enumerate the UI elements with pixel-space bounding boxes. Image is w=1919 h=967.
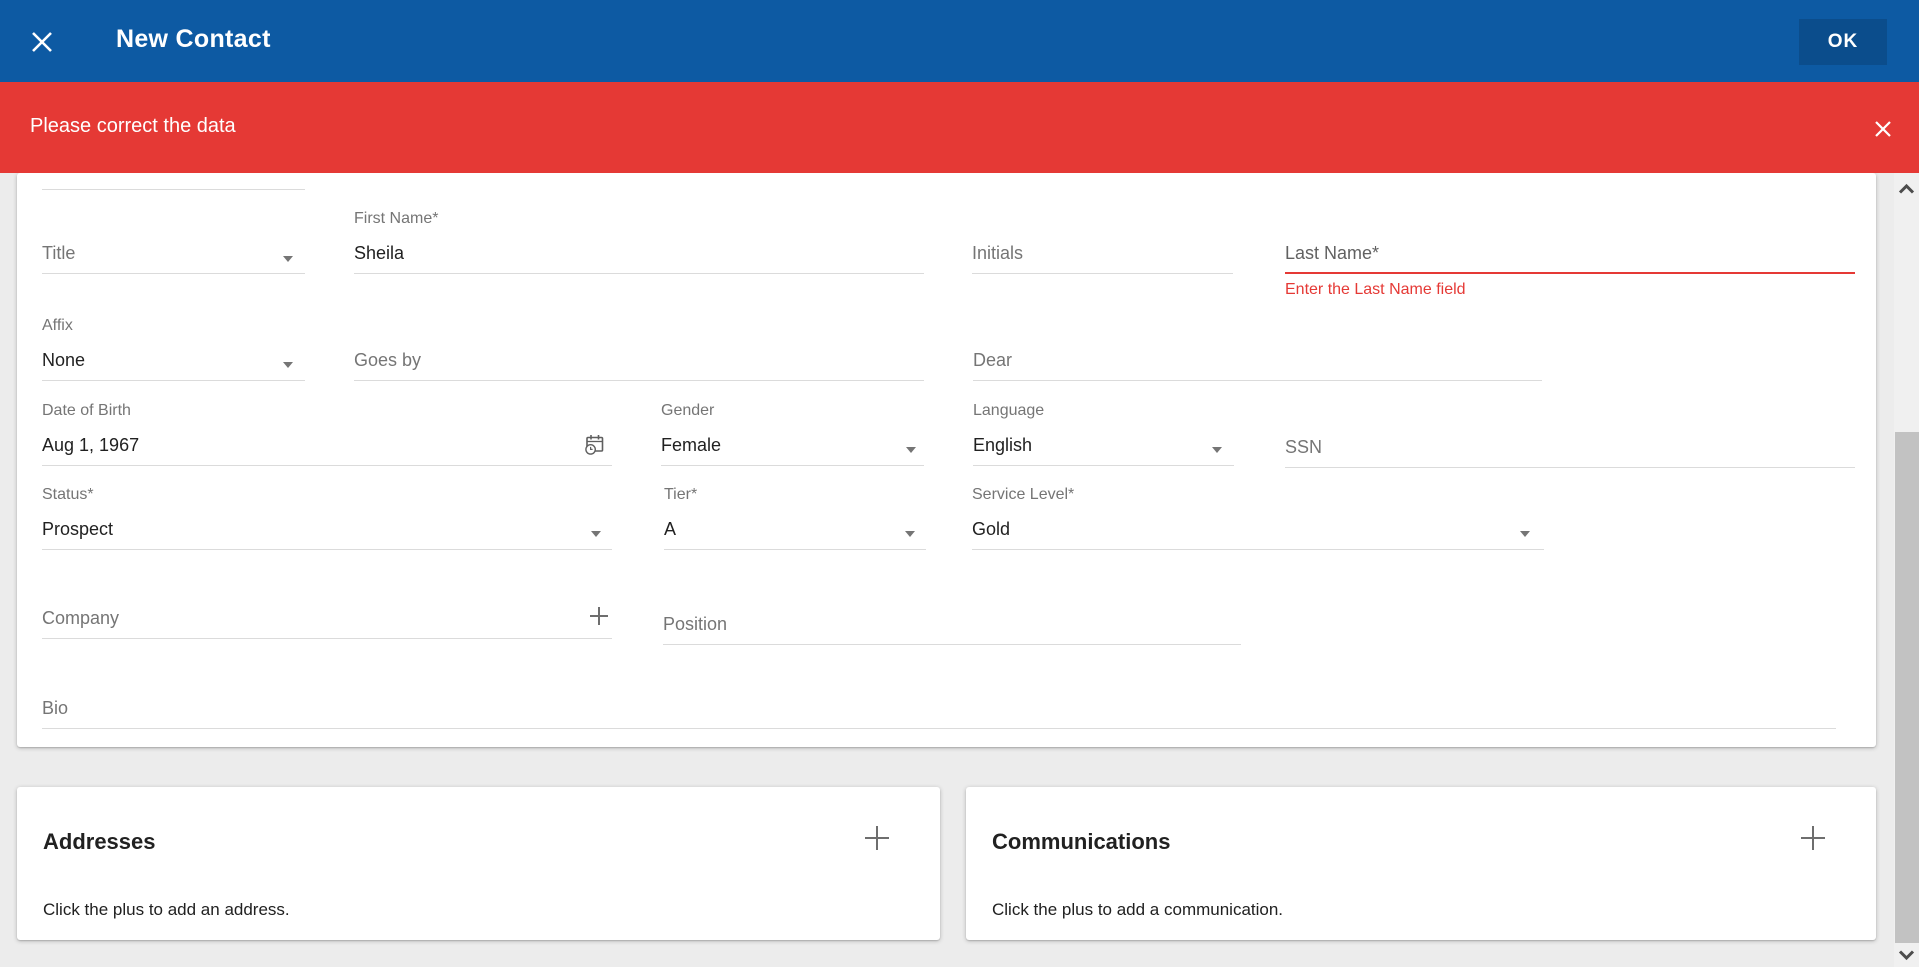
bio-placeholder: Bio xyxy=(42,698,68,719)
field-underline xyxy=(664,549,926,550)
calendar-clock-icon[interactable] xyxy=(583,433,606,461)
last-name-error-text: Enter the Last Name field xyxy=(1285,280,1466,299)
vertical-scrollbar[interactable] xyxy=(1894,173,1919,967)
dear-placeholder: Dear xyxy=(973,350,1012,371)
field-underline xyxy=(42,549,612,550)
status-dropdown[interactable]: Status* Prospect xyxy=(42,486,612,550)
addresses-section-card: Addresses Click the plus to add an addre… xyxy=(17,787,940,940)
last-name-placeholder: Last Name* xyxy=(1285,243,1379,264)
service-level-value: Gold xyxy=(972,519,1010,540)
language-value: English xyxy=(973,435,1032,456)
first-name-label: First Name* xyxy=(354,210,438,228)
affix-value: None xyxy=(42,350,85,371)
add-address-plus-icon[interactable] xyxy=(862,823,892,853)
tier-value: A xyxy=(664,519,676,540)
field-underline xyxy=(42,465,612,466)
clipped-field-underline xyxy=(42,189,305,191)
chevron-down-icon xyxy=(283,362,293,368)
communications-section-card: Communications Click the plus to add a c… xyxy=(966,787,1876,940)
field-underline xyxy=(42,380,305,381)
goes-by-field[interactable]: Goes by xyxy=(354,350,924,381)
gender-value: Female xyxy=(661,435,721,456)
dialog-header: New Contact OK xyxy=(0,0,1919,82)
affix-dropdown[interactable]: Affix None xyxy=(42,317,305,381)
addresses-title: Addresses xyxy=(43,829,156,855)
company-placeholder: Company xyxy=(42,608,119,629)
field-underline xyxy=(42,728,1836,729)
initials-placeholder: Initials xyxy=(972,243,1023,264)
gender-dropdown[interactable]: Gender Female xyxy=(661,402,924,466)
banner-close-icon[interactable] xyxy=(1872,118,1894,140)
dear-field[interactable]: Dear xyxy=(973,350,1542,381)
error-banner-message: Please correct the data xyxy=(30,115,236,138)
addresses-hint: Click the plus to add an address. xyxy=(43,900,290,920)
tier-label: Tier* xyxy=(664,486,697,504)
field-underline xyxy=(972,549,1544,550)
service-level-label: Service Level* xyxy=(972,486,1074,504)
language-dropdown[interactable]: Language English xyxy=(973,402,1234,466)
chevron-down-icon xyxy=(1212,447,1222,453)
goes-by-placeholder: Goes by xyxy=(354,350,421,371)
position-field[interactable]: Position xyxy=(663,614,1241,645)
first-name-value: Sheila xyxy=(354,243,404,264)
chevron-down-icon xyxy=(1520,531,1530,537)
position-placeholder: Position xyxy=(663,614,727,635)
field-underline xyxy=(354,380,924,381)
field-underline xyxy=(1285,467,1855,468)
communications-hint: Click the plus to add a communication. xyxy=(992,900,1283,920)
date-of-birth-field[interactable]: Date of Birth Aug 1, 1967 xyxy=(42,402,612,466)
error-banner: Please correct the data xyxy=(0,82,1919,173)
status-value: Prospect xyxy=(42,519,113,540)
language-label: Language xyxy=(973,402,1044,420)
title-dropdown[interactable]: Title xyxy=(42,243,305,274)
field-underline xyxy=(42,638,612,639)
affix-label: Affix xyxy=(42,317,73,335)
field-underline xyxy=(354,273,924,274)
chevron-down-icon xyxy=(591,531,601,537)
initials-field[interactable]: Initials xyxy=(972,243,1233,274)
chevron-down-icon xyxy=(905,531,915,537)
page-title: New Contact xyxy=(116,25,271,54)
field-underline xyxy=(661,465,924,466)
field-underline xyxy=(973,465,1234,466)
title-placeholder: Title xyxy=(42,243,75,264)
close-icon[interactable] xyxy=(28,28,56,56)
scrollbar-thumb[interactable] xyxy=(1895,432,1919,943)
field-underline xyxy=(973,380,1542,381)
add-company-plus-icon[interactable] xyxy=(588,605,610,632)
error-underline xyxy=(1285,272,1855,274)
scroll-up-icon[interactable] xyxy=(1898,182,1915,194)
first-name-field[interactable]: First Name* Sheila xyxy=(354,210,924,274)
date-of-birth-label: Date of Birth xyxy=(42,402,131,420)
chevron-down-icon xyxy=(906,447,916,453)
contact-form-card: Title First Name* Sheila Initials Last N… xyxy=(17,173,1876,747)
tier-dropdown[interactable]: Tier* A xyxy=(664,486,926,550)
field-underline xyxy=(42,273,305,274)
field-underline xyxy=(663,644,1241,645)
last-name-field[interactable]: Last Name* Enter the Last Name field xyxy=(1285,243,1855,303)
ssn-placeholder: SSN xyxy=(1285,437,1322,458)
service-level-dropdown[interactable]: Service Level* Gold xyxy=(972,486,1544,550)
date-of-birth-value: Aug 1, 1967 xyxy=(42,435,139,456)
add-communication-plus-icon[interactable] xyxy=(1798,823,1828,853)
bio-field[interactable]: Bio xyxy=(42,698,1836,729)
gender-label: Gender xyxy=(661,402,714,420)
new-contact-dialog: New Contact OK Please correct the data T… xyxy=(0,0,1919,967)
ok-button[interactable]: OK xyxy=(1799,19,1887,65)
communications-title: Communications xyxy=(992,829,1170,855)
scroll-down-icon[interactable] xyxy=(1898,948,1915,960)
ssn-field[interactable]: SSN xyxy=(1285,437,1855,468)
company-field[interactable]: Company xyxy=(42,608,612,639)
field-underline xyxy=(972,273,1233,274)
chevron-down-icon xyxy=(283,256,293,262)
status-label: Status* xyxy=(42,486,94,504)
